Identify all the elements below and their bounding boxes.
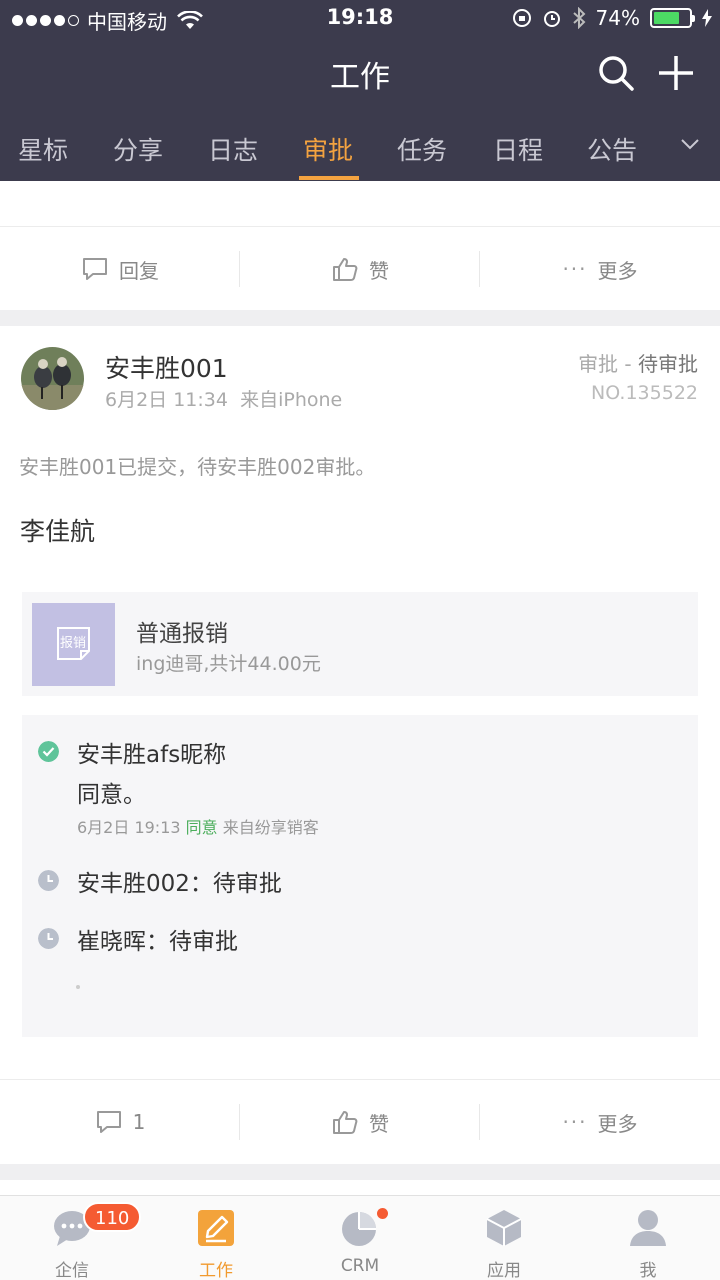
pie-chart-icon [342, 1212, 376, 1246]
more-label: 更多 [597, 1111, 638, 1136]
more-dots-icon: ··· [562, 1110, 588, 1134]
cube-icon [486, 1210, 522, 1246]
serial-number: NO.135522 [591, 382, 698, 404]
more-dots-icon: ··· [562, 257, 588, 281]
nav-label: 工作 [199, 1261, 233, 1280]
tab-bar: 星标 分享 日志 审批 任务 日程 公告 [0, 115, 720, 181]
status-value: 待审批 [638, 352, 698, 376]
thumbs-up-icon [333, 1111, 358, 1134]
approval-status: 审批 - 待审批 [578, 348, 698, 377]
active-tab-indicator [299, 176, 359, 180]
tab-notice[interactable]: 公告 [587, 131, 637, 167]
comment-icon [96, 1111, 121, 1133]
like-label: 赞 [369, 1111, 389, 1136]
notification-dot [377, 1208, 388, 1219]
rotation-lock-icon [512, 9, 531, 27]
approval-flow: 安丰胜afs昵称 同意。 6月2日 19:13 同意 来自纷享销客 安丰胜002… [22, 715, 698, 1037]
battery-percent: 74% [595, 6, 640, 30]
approver-comment: 同意。 [77, 782, 146, 808]
tab-share[interactable]: 分享 [113, 131, 163, 167]
comment-icon [83, 258, 107, 280]
attachment-subtitle: ing迪哥,共计44.00元 [136, 653, 321, 675]
more-label: 更多 [597, 258, 638, 283]
app-header: 中国移动 19:18 74% 工作 星标 分享 日志 审批 任务 日程 公告 [0, 0, 720, 181]
thumb-label: 报销 [60, 636, 87, 651]
clock-icon [38, 870, 59, 891]
nav-messages[interactable]: 110 企信 [0, 1196, 144, 1280]
attachment-card[interactable]: 报销 普通报销 ing迪哥,共计44.00元 [22, 592, 698, 696]
battery-icon [650, 8, 695, 28]
status-right: 74% [512, 6, 712, 30]
like-button[interactable]: 赞 [240, 227, 480, 311]
more-button[interactable]: ··· 更多 [480, 227, 720, 311]
thumbs-up-icon [333, 258, 358, 281]
nav-me[interactable]: 我 [576, 1196, 720, 1280]
nav-label: CRM [340, 1256, 380, 1276]
status-type: 审批 [578, 352, 619, 376]
attachment-title: 普通报销 [136, 621, 228, 647]
approver-name: 安丰胜afs昵称 [77, 742, 227, 768]
bluetooth-icon [572, 7, 585, 29]
reply-label: 回复 [119, 258, 159, 283]
bottom-nav: 110 企信 工作 CRM 应用 我 [0, 1195, 720, 1280]
tab-log[interactable]: 日志 [208, 131, 258, 167]
post-date: 6月2日 11:34 [105, 389, 228, 411]
approval-card-actions: 1 赞 ··· 更多 [0, 1079, 720, 1163]
previous-card-actions: 回复 赞 ··· 更多 [0, 226, 720, 310]
chevron-down-icon[interactable] [680, 137, 700, 151]
approval-source: 来自纷享销客 [222, 818, 319, 837]
person-icon [630, 1210, 666, 1246]
search-icon[interactable] [596, 53, 636, 93]
approval-date: 6月2日 19:13 [77, 818, 181, 837]
more-button[interactable]: ··· 更多 [480, 1080, 720, 1164]
check-circle-icon [38, 741, 59, 762]
battery-level [654, 12, 680, 24]
post-summary: 安丰胜001已提交，待安丰胜002审批。 [19, 455, 376, 479]
previous-card: 回复 赞 ··· 更多 [0, 181, 720, 310]
nav-label: 企信 [55, 1261, 89, 1280]
like-button[interactable]: 赞 [240, 1080, 480, 1164]
nav-label: 我 [639, 1261, 657, 1280]
approval-meta: 6月2日 19:13 同意 来自纷享销客 [77, 814, 319, 838]
mentioned-person: 李佳航 [20, 517, 96, 546]
author-name[interactable]: 安丰胜001 [105, 349, 228, 385]
comment-count: 1 [132, 1110, 146, 1134]
more-indicator [76, 985, 80, 989]
nav-work[interactable]: 工作 [144, 1196, 288, 1280]
tab-approval[interactable]: 审批 [303, 131, 353, 167]
tab-schedule[interactable]: 日程 [493, 131, 543, 167]
avatar[interactable] [21, 347, 84, 410]
unread-badge: 110 [83, 1202, 142, 1232]
tab-star[interactable]: 星标 [18, 131, 68, 167]
post-source: 来自iPhone [240, 389, 343, 411]
approval-result: 同意 [185, 818, 218, 837]
nav-crm[interactable]: CRM [288, 1196, 432, 1280]
clock-icon [38, 928, 59, 949]
expense-icon: 报销 [32, 603, 115, 686]
add-icon[interactable] [656, 53, 696, 93]
pending-step: 安丰胜002：待审批 [77, 871, 282, 897]
post-meta: 6月2日 11:34 来自iPhone [105, 385, 342, 412]
like-label: 赞 [369, 258, 389, 283]
status-bar: 中国移动 19:18 74% [0, 0, 720, 36]
edit-icon [198, 1210, 234, 1246]
alarm-icon [543, 11, 560, 27]
pending-step: 崔晓晖：待审批 [77, 929, 238, 955]
comment-button[interactable]: 1 [0, 1080, 240, 1164]
nav-label: 应用 [487, 1261, 521, 1280]
status-separator: - [624, 352, 632, 376]
tab-task[interactable]: 任务 [397, 131, 447, 167]
reply-button[interactable]: 回复 [0, 227, 240, 311]
next-card [0, 1180, 720, 1195]
charging-icon [702, 9, 712, 27]
nav-apps[interactable]: 应用 [432, 1196, 576, 1280]
